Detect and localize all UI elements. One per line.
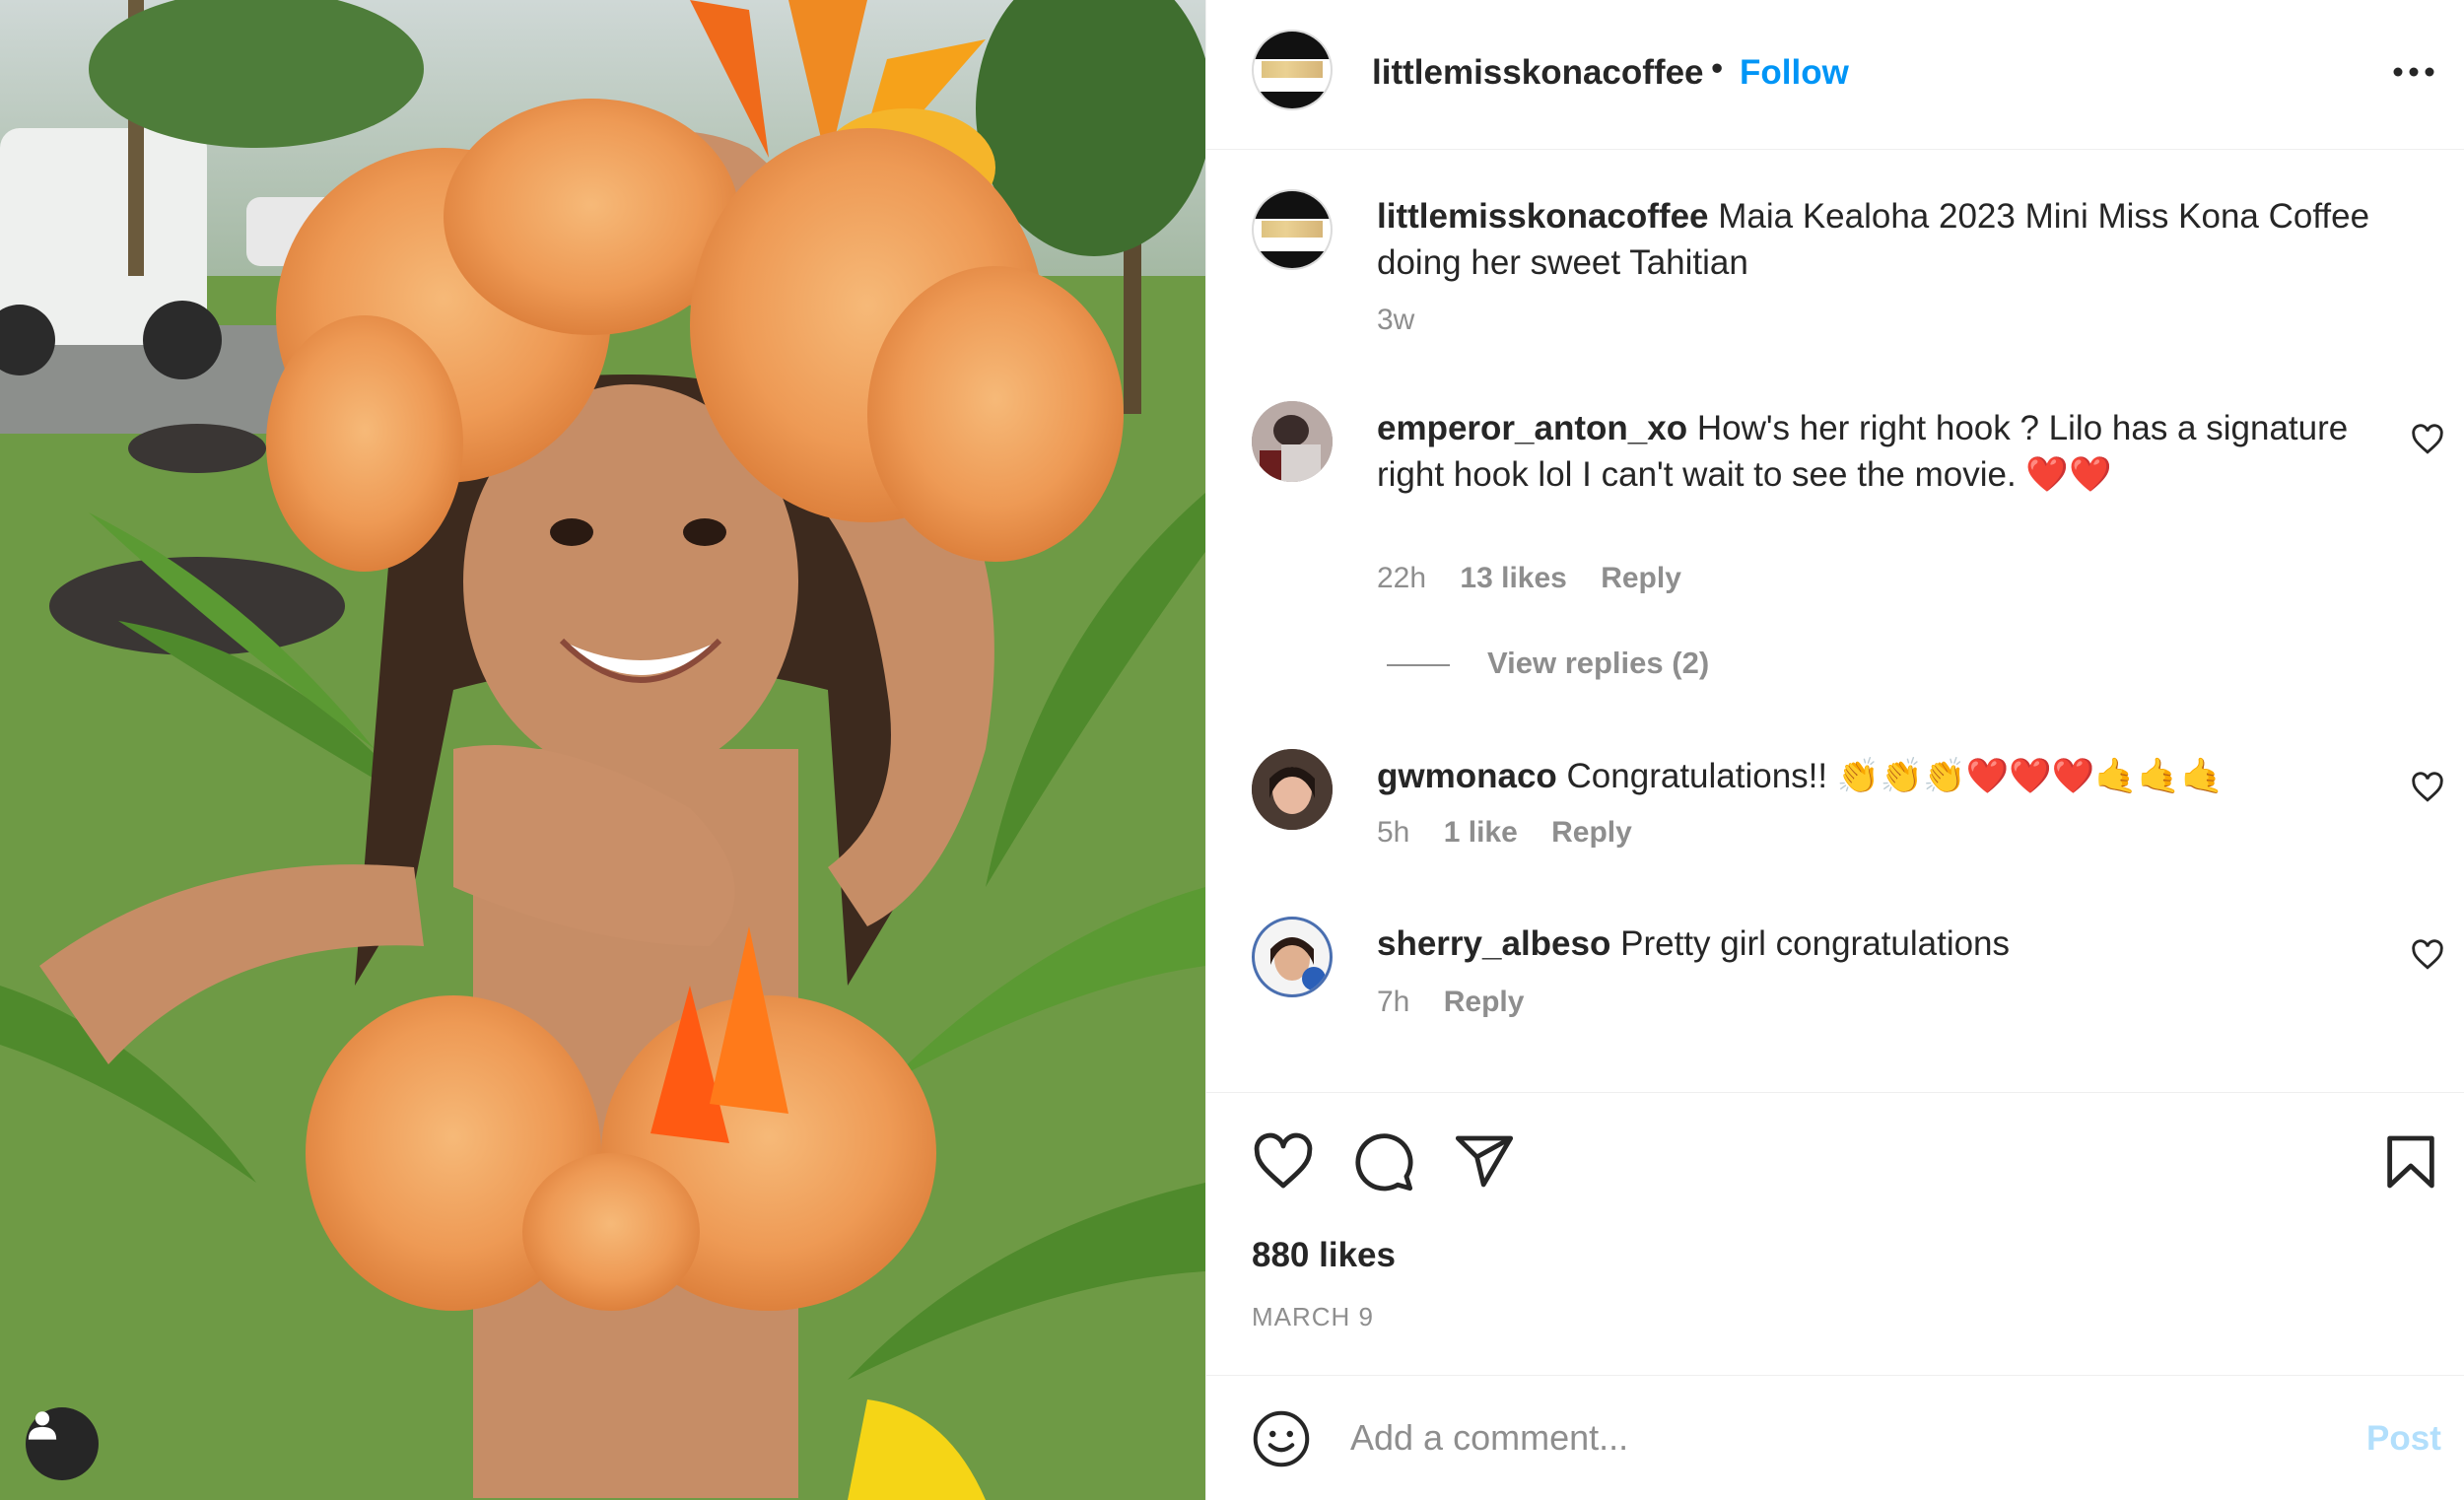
caption-meta: 3w xyxy=(1377,304,1440,337)
commenter-avatar[interactable] xyxy=(1252,917,1333,997)
comment-like-heart-icon[interactable] xyxy=(2411,938,2444,972)
more-options-icon[interactable] xyxy=(2389,47,2438,97)
follow-button[interactable]: Follow xyxy=(1740,53,1849,93)
view-replies-button[interactable]: View replies (2) xyxy=(1387,646,1709,681)
comment-like-heart-icon[interactable] xyxy=(2411,423,2444,456)
bookmark-icon[interactable] xyxy=(2379,1130,2442,1193)
send-icon[interactable] xyxy=(1453,1130,1516,1193)
comment-username[interactable]: gwmonaco xyxy=(1377,757,1557,795)
person-icon xyxy=(28,1411,57,1440)
comment-input[interactable] xyxy=(1350,1405,2237,1470)
author-avatar[interactable] xyxy=(1252,30,1333,110)
comment-reply-button[interactable]: Reply xyxy=(1601,562,1681,594)
commenter-avatar[interactable] xyxy=(1252,749,1333,830)
comment-text-block: emperor_anton_xo How's her right hook ? … xyxy=(1377,405,2392,499)
comment-meta: 7h Reply xyxy=(1377,986,1549,1019)
comment-icon[interactable] xyxy=(1352,1130,1415,1193)
comment-meta: 5h 1 like Reply xyxy=(1377,816,1658,850)
caption-text-block: littlemisskonacoffee Maia Kealoha 2023 M… xyxy=(1377,193,2392,286)
comment-emoji: 👏👏👏❤️❤️❤️🤙🤙🤙 xyxy=(1836,757,2224,796)
comment-reply-button[interactable]: Reply xyxy=(1551,816,1632,849)
comment-like-heart-icon[interactable] xyxy=(2411,771,2444,804)
caption-username[interactable]: littlemisskonacoffee xyxy=(1377,197,1709,236)
comment-text: Congratulations!! xyxy=(1566,757,1828,795)
replies-divider-line xyxy=(1387,663,1450,666)
post-image[interactable] xyxy=(0,0,1205,1500)
tagged-user-icon[interactable] xyxy=(26,1407,99,1480)
comment-username[interactable]: sherry_albeso xyxy=(1377,924,1610,963)
likes-count[interactable]: 880 likes xyxy=(1252,1236,1396,1275)
comment-reply-button[interactable]: Reply xyxy=(1444,986,1525,1018)
separator-dot: • xyxy=(1711,49,1724,88)
post-comment-button[interactable]: Post xyxy=(2366,1419,2441,1459)
comment-text-block: sherry_albeso Pretty girl congratulation… xyxy=(1377,920,2392,967)
comment-text: Pretty girl congratulations xyxy=(1620,924,2011,963)
post-details-panel: littlemisskonacoffee • Follow littlemiss… xyxy=(1205,0,2464,1500)
comment-emoji: ❤️❤️ xyxy=(2025,455,2112,495)
comment-username[interactable]: emperor_anton_xo xyxy=(1377,409,1687,447)
comment-time[interactable]: 22h xyxy=(1377,562,1426,594)
post-photo-illustration xyxy=(0,0,1205,1500)
view-replies-label: View replies (2) xyxy=(1487,646,1710,680)
comment-meta: 22h 13 likes Reply xyxy=(1377,562,1707,595)
post-actions-bar: 880 likes MARCH 9 xyxy=(1206,1092,2464,1378)
post-header: littlemisskonacoffee • Follow xyxy=(1206,0,2464,150)
heart-icon[interactable] xyxy=(1252,1130,1315,1193)
author-username[interactable]: littlemisskonacoffee xyxy=(1372,53,1704,93)
smiley-icon[interactable] xyxy=(1252,1409,1311,1468)
commenter-avatar[interactable] xyxy=(1252,401,1333,482)
caption-time[interactable]: 3w xyxy=(1377,304,1414,336)
comment-time[interactable]: 5h xyxy=(1377,816,1409,849)
comment-time[interactable]: 7h xyxy=(1377,986,1409,1018)
comment-likes[interactable]: 13 likes xyxy=(1460,562,1566,594)
comment-likes[interactable]: 1 like xyxy=(1444,816,1518,849)
post-date[interactable]: MARCH 9 xyxy=(1252,1302,1374,1332)
comment-text-block: gwmonaco Congratulations!! 👏👏👏❤️❤️❤️🤙🤙🤙 xyxy=(1377,753,2392,800)
caption-author-avatar[interactable] xyxy=(1252,189,1333,270)
add-comment-bar: Post xyxy=(1206,1375,2464,1500)
